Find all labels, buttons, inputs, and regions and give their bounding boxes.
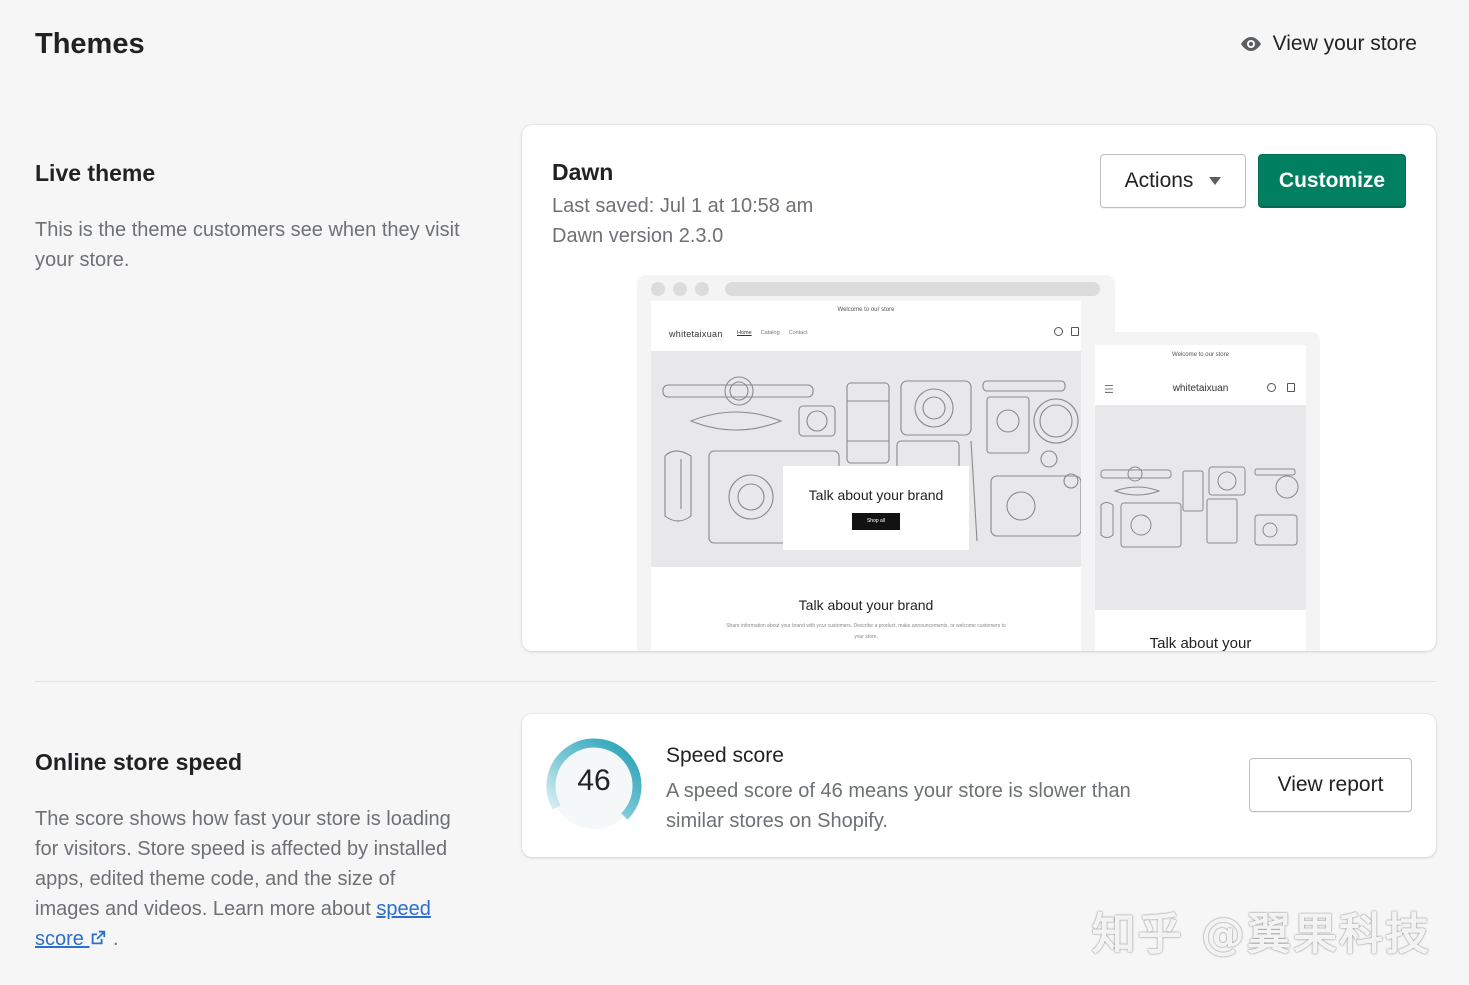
search-icon xyxy=(1054,327,1063,336)
mobile-header: ☰ whitetaixuan xyxy=(1095,381,1306,401)
section-text: Share information about your brand with … xyxy=(726,623,1006,640)
speed-heading: Online store speed xyxy=(35,749,243,775)
window-dot xyxy=(651,282,665,296)
mobile-preview: Welcome to our store ☰ whitetaixuan Talk… xyxy=(1095,332,1320,651)
live-theme-heading: Live theme xyxy=(35,160,156,186)
desktop-preview: Welcome to our store whitetaixuan Home C… xyxy=(637,275,1115,651)
window-dot xyxy=(673,282,687,296)
hero-overlay: Talk about your brand Shop all xyxy=(783,466,969,550)
actions-label: Actions xyxy=(1124,169,1194,192)
address-bar xyxy=(725,282,1100,296)
eye-icon xyxy=(1240,37,1261,51)
speed-score-card: 46 Speed score A speed score of 46 means… xyxy=(522,714,1436,857)
live-theme-card: Dawn Last saved: Jul 1 at 10:58 am Dawn … xyxy=(522,125,1436,651)
section-divider xyxy=(35,681,1436,682)
hero-image: Talk about your brand Shop all xyxy=(651,351,1081,567)
mobile-hero-image xyxy=(1095,405,1306,610)
speed-description-trailing: . xyxy=(113,928,119,950)
browser-bar xyxy=(637,275,1115,301)
view-store-link[interactable]: View your store xyxy=(1239,32,1417,56)
store-name: whitetaixuan xyxy=(669,329,723,339)
nav-home: Home xyxy=(737,330,752,336)
nav-catalog: Catalog xyxy=(760,330,780,336)
actions-button[interactable]: Actions xyxy=(1100,154,1246,208)
theme-version: Dawn version 2.3.0 xyxy=(552,225,724,247)
mobile-section-title: Talk about your xyxy=(1149,635,1252,651)
page-title: Themes xyxy=(35,28,145,60)
store-nav: Home Catalog Contact xyxy=(737,330,808,336)
bag-icon xyxy=(1071,327,1079,336)
live-theme-description: This is the theme customers see when the… xyxy=(35,219,460,271)
nav-contact: Contact xyxy=(788,330,808,336)
search-icon xyxy=(1267,383,1276,392)
caret-down-icon xyxy=(1209,177,1222,185)
mobile-announcement: Welcome to our store xyxy=(1172,352,1229,358)
bag-icon xyxy=(1287,383,1295,392)
shop-all-button: Shop all xyxy=(852,513,900,530)
view-store-label: View your store xyxy=(1272,32,1417,55)
view-report-button[interactable]: View report xyxy=(1249,758,1412,812)
announcement-bar: Welcome to our store xyxy=(837,307,895,313)
section-title: Talk about your brand xyxy=(798,597,934,613)
mobile-screen: Welcome to our store ☰ whitetaixuan Talk… xyxy=(1095,345,1306,651)
speed-score-value: 46 xyxy=(577,764,611,797)
store-header: whitetaixuan Home Catalog Contact xyxy=(669,325,1081,345)
theme-name: Dawn xyxy=(552,159,614,185)
speed-description: The score shows how fast your store is l… xyxy=(35,804,465,954)
desktop-screen: Welcome to our store whitetaixuan Home C… xyxy=(651,301,1081,651)
watermark-text: 知乎 @翼果科技 xyxy=(1091,909,1431,960)
speed-score-title: Speed score xyxy=(666,744,784,767)
external-link-icon xyxy=(92,930,106,945)
theme-last-saved: Last saved: Jul 1 at 10:58 am xyxy=(552,195,814,217)
customize-button[interactable]: Customize xyxy=(1258,154,1406,208)
speed-score-description: A speed score of 46 means your store is … xyxy=(666,780,1131,832)
window-dot xyxy=(695,282,709,296)
mobile-gear-illustration xyxy=(1100,466,1299,548)
hero-title: Talk about your brand xyxy=(808,487,944,503)
